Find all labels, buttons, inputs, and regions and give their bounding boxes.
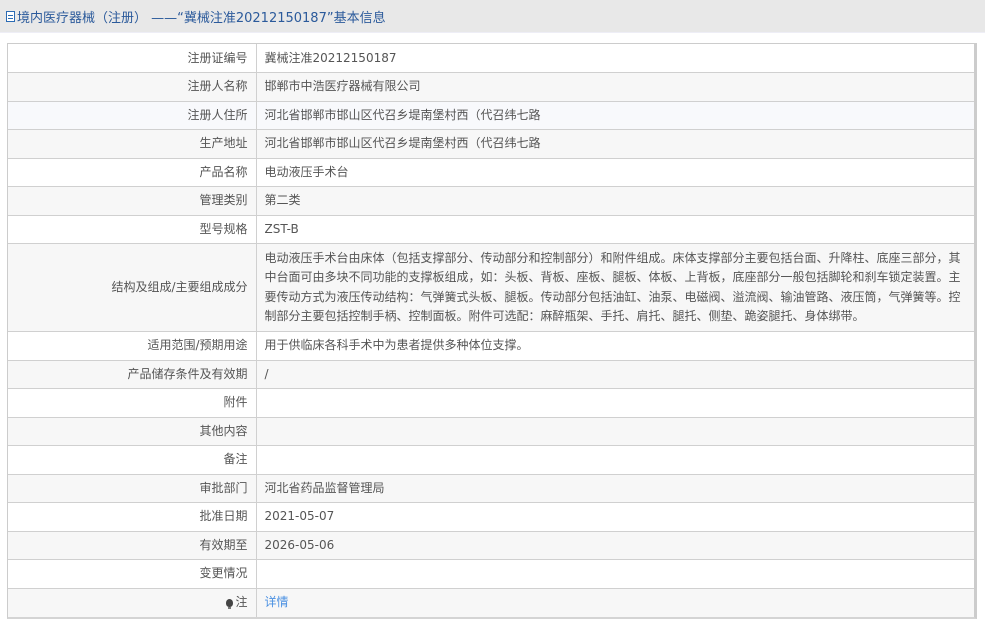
row-value: ZST-B xyxy=(256,215,974,244)
row-label: 适用范围/预期用途 xyxy=(8,331,257,361)
table-row-change-status: 变更情况 xyxy=(8,559,974,589)
table-row-remarks: 备注 xyxy=(8,445,974,475)
table-row-structure-composition: 结构及组成/主要组成成分 电动液压手术台由床体（包括支撑部分、传动部分和控制部分… xyxy=(8,243,974,332)
info-table: 注册证编号 冀械注准20212150187 注册人名称 邯郸市中浩医疗器械有限公… xyxy=(8,44,974,617)
row-label: 变更情况 xyxy=(8,559,257,589)
row-label: 结构及组成/主要组成成分 xyxy=(8,243,257,332)
row-value: 第二类 xyxy=(256,186,974,216)
row-value: 河北省药品监督管理局 xyxy=(256,474,974,503)
row-value: 河北省邯郸市邯山区代召乡堤南堡村西（代召纬七路 xyxy=(256,129,974,159)
table-row-note: 注 详情 xyxy=(8,588,974,617)
table-row-valid-until: 有效期至 2026-05-06 xyxy=(8,531,974,560)
lightbulb-icon xyxy=(226,599,234,609)
table-row-approval-department: 审批部门 河北省药品监督管理局 xyxy=(8,474,974,503)
row-value xyxy=(256,559,974,589)
row-label-note: 注 xyxy=(8,588,257,617)
row-label: 产品名称 xyxy=(8,158,257,187)
row-label: 注册人住所 xyxy=(8,101,257,130)
row-label: 管理类别 xyxy=(8,186,257,216)
row-label: 附件 xyxy=(8,388,257,418)
table-row-registration-number: 注册证编号 冀械注准20212150187 xyxy=(8,44,974,73)
row-value: 电动液压手术台 xyxy=(256,158,974,187)
table-row-product-name: 产品名称 电动液压手术台 xyxy=(8,158,974,187)
row-label: 生产地址 xyxy=(8,129,257,159)
row-value: 2026-05-06 xyxy=(256,531,974,560)
row-value: 电动液压手术台由床体（包括支撑部分、传动部分和控制部分）和附件组成。床体支撑部分… xyxy=(256,243,974,332)
row-label: 型号规格 xyxy=(8,215,257,244)
table-row-approval-date: 批准日期 2021-05-07 xyxy=(8,502,974,532)
table-row-storage-validity: 产品储存条件及有效期 / xyxy=(8,360,974,389)
row-label: 其他内容 xyxy=(8,417,257,446)
row-label: 注册证编号 xyxy=(8,44,257,73)
row-value: 冀械注准20212150187 xyxy=(256,44,974,73)
row-label: 备注 xyxy=(8,445,257,475)
row-value: 详情 xyxy=(256,588,974,617)
note-label: 注 xyxy=(235,595,248,609)
row-label: 审批部门 xyxy=(8,474,257,503)
row-label: 注册人名称 xyxy=(8,72,257,102)
table-row-model-spec: 型号规格 ZST-B xyxy=(8,215,974,244)
table-row-intended-use: 适用范围/预期用途 用于供临床各科手术中为患者提供多种体位支撑。 xyxy=(8,331,974,361)
row-value xyxy=(256,445,974,475)
row-label: 批准日期 xyxy=(8,502,257,532)
row-value: 用于供临床各科手术中为患者提供多种体位支撑。 xyxy=(256,331,974,361)
row-value xyxy=(256,417,974,446)
table-row-attachments: 附件 xyxy=(8,388,974,418)
table-row-other-content: 其他内容 xyxy=(8,417,974,446)
info-table-container: 注册证编号 冀械注准20212150187 注册人名称 邯郸市中浩医疗器械有限公… xyxy=(7,43,977,619)
page-title: 境内医疗器械（注册） ——“冀械注准20212150187”基本信息 xyxy=(17,10,386,26)
row-value: 河北省邯郸市邯山区代召乡堤南堡村西（代召纬七路 xyxy=(256,101,974,130)
details-link[interactable]: 详情 xyxy=(265,595,289,609)
page-header: 境内医疗器械（注册） ——“冀械注准20212150187”基本信息 xyxy=(0,0,985,33)
table-row-production-address: 生产地址 河北省邯郸市邯山区代召乡堤南堡村西（代召纬七路 xyxy=(8,129,974,159)
row-value: 邯郸市中浩医疗器械有限公司 xyxy=(256,72,974,102)
table-row-registrant-name: 注册人名称 邯郸市中浩医疗器械有限公司 xyxy=(8,72,974,102)
table-row-registrant-address: 注册人住所 河北省邯郸市邯山区代召乡堤南堡村西（代召纬七路 xyxy=(8,101,974,130)
row-value xyxy=(256,388,974,418)
row-label: 产品储存条件及有效期 xyxy=(8,360,257,389)
row-value: / xyxy=(256,360,974,389)
table-row-management-category: 管理类别 第二类 xyxy=(8,186,974,216)
document-icon xyxy=(6,11,15,22)
row-value: 2021-05-07 xyxy=(256,502,974,532)
row-label: 有效期至 xyxy=(8,531,257,560)
